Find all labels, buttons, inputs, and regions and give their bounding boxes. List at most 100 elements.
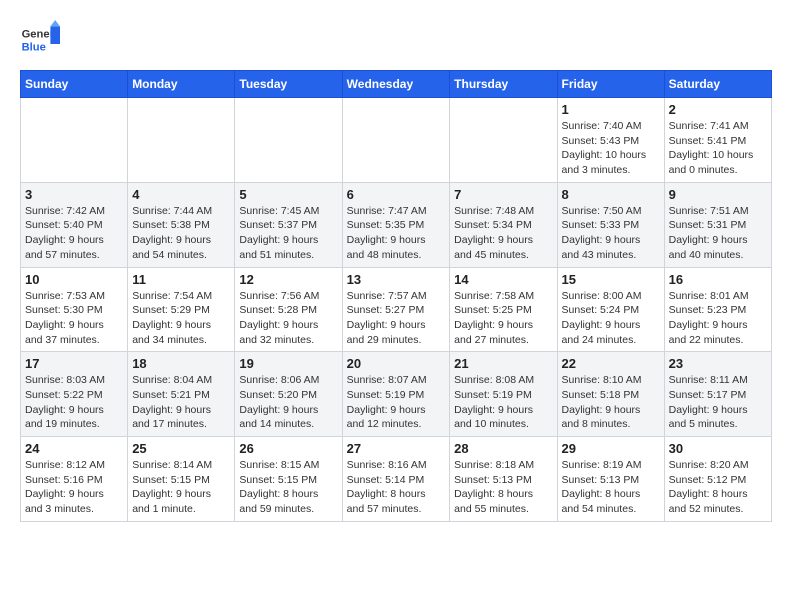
- calendar-cell: 7 Sunrise: 7:48 AM Sunset: 5:34 PM Daylig…: [450, 182, 557, 267]
- day-info: Sunrise: 8:15 AM Sunset: 5:15 PM Dayligh…: [239, 458, 337, 517]
- day-info: Sunrise: 8:07 AM Sunset: 5:19 PM Dayligh…: [347, 373, 446, 432]
- day-number: 21: [454, 356, 552, 371]
- day-of-week-header: Saturday: [664, 71, 771, 98]
- day-number: 8: [562, 187, 660, 202]
- day-info: Sunrise: 8:06 AM Sunset: 5:20 PM Dayligh…: [239, 373, 337, 432]
- day-of-week-header: Tuesday: [235, 71, 342, 98]
- logo-icon: General Blue: [20, 20, 60, 60]
- calendar-week-row: 1 Sunrise: 7:40 AM Sunset: 5:43 PM Daylig…: [21, 98, 772, 183]
- calendar-cell: 26 Sunrise: 8:15 AM Sunset: 5:15 PM Dayli…: [235, 437, 342, 522]
- page-header: General Blue: [20, 20, 772, 60]
- day-number: 28: [454, 441, 552, 456]
- calendar-cell: 28Sunrise: 8:18 AM Sunset: 5:13 PM Dayli…: [450, 437, 557, 522]
- day-number: 4: [132, 187, 230, 202]
- day-info: Sunrise: 8:01 AM Sunset: 5:23 PM Dayligh…: [669, 289, 767, 348]
- calendar-cell: 4 Sunrise: 7:44 AM Sunset: 5:38 PM Daylig…: [128, 182, 235, 267]
- calendar-cell: 8 Sunrise: 7:50 AM Sunset: 5:33 PM Daylig…: [557, 182, 664, 267]
- calendar-cell: 30 Sunrise: 8:20 AM Sunset: 5:12 PM Dayli…: [664, 437, 771, 522]
- day-number: 24: [25, 441, 123, 456]
- calendar-cell: [128, 98, 235, 183]
- calendar-cell: 19 Sunrise: 8:06 AM Sunset: 5:20 PM Dayli…: [235, 352, 342, 437]
- day-number: 12: [239, 272, 337, 287]
- calendar-cell: [235, 98, 342, 183]
- calendar-cell: 10Sunrise: 7:53 AM Sunset: 5:30 PM Dayli…: [21, 267, 128, 352]
- day-number: 14: [454, 272, 552, 287]
- day-number: 30: [669, 441, 767, 456]
- day-info: Sunrise: 7:48 AM Sunset: 5:34 PM Dayligh…: [454, 204, 552, 263]
- day-number: 3: [25, 187, 123, 202]
- day-info: Sunrise: 8:14 AM Sunset: 5:15 PM Dayligh…: [132, 458, 230, 517]
- calendar-cell: 16 Sunrise: 8:01 AM Sunset: 5:23 PM Dayli…: [664, 267, 771, 352]
- calendar-cell: 27 Sunrise: 8:16 AM Sunset: 5:14 PM Dayli…: [342, 437, 450, 522]
- calendar-cell: [21, 98, 128, 183]
- calendar-cell: 11Sunrise: 7:54 AM Sunset: 5:29 PM Dayli…: [128, 267, 235, 352]
- day-number: 11: [132, 272, 230, 287]
- day-number: 25: [132, 441, 230, 456]
- calendar-cell: 22 Sunrise: 8:10 AM Sunset: 5:18 PM Dayli…: [557, 352, 664, 437]
- calendar-cell: 17 Sunrise: 8:03 AM Sunset: 5:22 PM Dayli…: [21, 352, 128, 437]
- day-info: Sunrise: 7:42 AM Sunset: 5:40 PM Dayligh…: [25, 204, 123, 263]
- day-number: 22: [562, 356, 660, 371]
- calendar-cell: 6Sunrise: 7:47 AM Sunset: 5:35 PM Daylig…: [342, 182, 450, 267]
- calendar-table: SundayMondayTuesdayWednesdayThursdayFrid…: [20, 70, 772, 522]
- day-of-week-header: Friday: [557, 71, 664, 98]
- day-info: Sunrise: 7:44 AM Sunset: 5:38 PM Dayligh…: [132, 204, 230, 263]
- day-number: 16: [669, 272, 767, 287]
- day-of-week-header: Monday: [128, 71, 235, 98]
- day-info: Sunrise: 7:45 AM Sunset: 5:37 PM Dayligh…: [239, 204, 337, 263]
- calendar-cell: [342, 98, 450, 183]
- day-number: 6: [347, 187, 446, 202]
- calendar-cell: 1 Sunrise: 7:40 AM Sunset: 5:43 PM Daylig…: [557, 98, 664, 183]
- calendar-week-row: 17 Sunrise: 8:03 AM Sunset: 5:22 PM Dayli…: [21, 352, 772, 437]
- day-info: Sunrise: 7:41 AM Sunset: 5:41 PM Dayligh…: [669, 119, 767, 178]
- calendar-cell: [450, 98, 557, 183]
- day-number: 27: [347, 441, 446, 456]
- calendar-cell: 15 Sunrise: 8:00 AM Sunset: 5:24 PM Dayli…: [557, 267, 664, 352]
- calendar-cell: 23 Sunrise: 8:11 AM Sunset: 5:17 PM Dayli…: [664, 352, 771, 437]
- day-number: 20: [347, 356, 446, 371]
- calendar-cell: 14 Sunrise: 7:58 AM Sunset: 5:25 PM Dayli…: [450, 267, 557, 352]
- day-info: Sunrise: 7:56 AM Sunset: 5:28 PM Dayligh…: [239, 289, 337, 348]
- day-number: 29: [562, 441, 660, 456]
- day-number: 2: [669, 102, 767, 117]
- day-info: Sunrise: 8:20 AM Sunset: 5:12 PM Dayligh…: [669, 458, 767, 517]
- calendar-cell: 24 Sunrise: 8:12 AM Sunset: 5:16 PM Dayli…: [21, 437, 128, 522]
- day-number: 26: [239, 441, 337, 456]
- day-info: Sunrise: 8:04 AM Sunset: 5:21 PM Dayligh…: [132, 373, 230, 432]
- calendar-cell: 2 Sunrise: 7:41 AM Sunset: 5:41 PM Daylig…: [664, 98, 771, 183]
- calendar-cell: 25 Sunrise: 8:14 AM Sunset: 5:15 PM Dayli…: [128, 437, 235, 522]
- calendar-cell: 18Sunrise: 8:04 AM Sunset: 5:21 PM Dayli…: [128, 352, 235, 437]
- calendar-cell: 29 Sunrise: 8:19 AM Sunset: 5:13 PM Dayli…: [557, 437, 664, 522]
- day-number: 19: [239, 356, 337, 371]
- calendar-week-row: 24 Sunrise: 8:12 AM Sunset: 5:16 PM Dayli…: [21, 437, 772, 522]
- day-number: 1: [562, 102, 660, 117]
- day-info: Sunrise: 8:16 AM Sunset: 5:14 PM Dayligh…: [347, 458, 446, 517]
- day-info: Sunrise: 8:10 AM Sunset: 5:18 PM Dayligh…: [562, 373, 660, 432]
- day-of-week-header: Wednesday: [342, 71, 450, 98]
- calendar-cell: 3 Sunrise: 7:42 AM Sunset: 5:40 PM Daylig…: [21, 182, 128, 267]
- day-of-week-header: Sunday: [21, 71, 128, 98]
- day-info: Sunrise: 7:57 AM Sunset: 5:27 PM Dayligh…: [347, 289, 446, 348]
- day-number: 17: [25, 356, 123, 371]
- day-number: 15: [562, 272, 660, 287]
- logo: General Blue: [20, 20, 60, 60]
- day-info: Sunrise: 7:58 AM Sunset: 5:25 PM Dayligh…: [454, 289, 552, 348]
- calendar-cell: 20 Sunrise: 8:07 AM Sunset: 5:19 PM Dayli…: [342, 352, 450, 437]
- day-number: 7: [454, 187, 552, 202]
- day-info: Sunrise: 7:51 AM Sunset: 5:31 PM Dayligh…: [669, 204, 767, 263]
- calendar-header-row: SundayMondayTuesdayWednesdayThursdayFrid…: [21, 71, 772, 98]
- day-info: Sunrise: 8:11 AM Sunset: 5:17 PM Dayligh…: [669, 373, 767, 432]
- day-info: Sunrise: 8:19 AM Sunset: 5:13 PM Dayligh…: [562, 458, 660, 517]
- day-number: 9: [669, 187, 767, 202]
- day-info: Sunrise: 7:50 AM Sunset: 5:33 PM Dayligh…: [562, 204, 660, 263]
- svg-text:Blue: Blue: [22, 41, 46, 53]
- day-number: 23: [669, 356, 767, 371]
- day-info: Sunrise: 8:00 AM Sunset: 5:24 PM Dayligh…: [562, 289, 660, 348]
- day-number: 5: [239, 187, 337, 202]
- day-info: Sunrise: 8:12 AM Sunset: 5:16 PM Dayligh…: [25, 458, 123, 517]
- day-number: 13: [347, 272, 446, 287]
- calendar-cell: 21Sunrise: 8:08 AM Sunset: 5:19 PM Dayli…: [450, 352, 557, 437]
- calendar-week-row: 3 Sunrise: 7:42 AM Sunset: 5:40 PM Daylig…: [21, 182, 772, 267]
- day-info: Sunrise: 8:03 AM Sunset: 5:22 PM Dayligh…: [25, 373, 123, 432]
- day-info: Sunrise: 7:40 AM Sunset: 5:43 PM Dayligh…: [562, 119, 660, 178]
